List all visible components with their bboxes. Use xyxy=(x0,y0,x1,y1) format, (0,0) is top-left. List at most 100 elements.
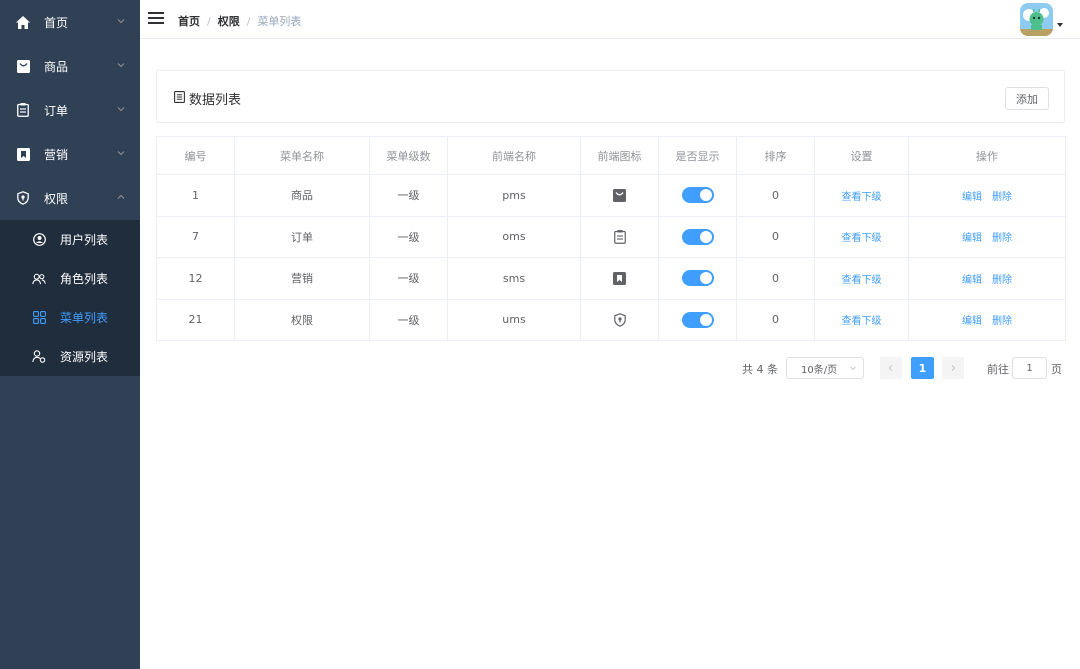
page-unit-label: 页 xyxy=(1051,363,1062,376)
cell-frontend-icon xyxy=(580,298,659,341)
breadcrumb-separator: / xyxy=(246,14,251,28)
cell-setting: 查看下级 xyxy=(814,215,909,258)
sidebar-item-label: 菜单列表 xyxy=(60,311,109,325)
permission-submenu: 用户列表 角色列表 菜单列表 资源列表 xyxy=(0,220,140,376)
column-header: 是否显示 xyxy=(658,136,737,175)
sidebar-item-label: 用户列表 xyxy=(60,233,109,247)
sidebar-item-home[interactable]: 首页 xyxy=(0,0,140,44)
chevron-down-icon xyxy=(117,151,125,156)
cell-frontend-icon xyxy=(580,174,659,217)
column-header: 排序 xyxy=(736,136,815,175)
cell-id: 12 xyxy=(156,257,235,300)
cell-id: 21 xyxy=(156,298,235,341)
cell-level: 一级 xyxy=(369,298,448,341)
cell-sort: 0 xyxy=(736,298,815,341)
toggle-knob xyxy=(699,272,712,285)
cell-setting: 查看下级 xyxy=(814,257,909,300)
cell-level: 一级 xyxy=(369,215,448,258)
view-children-link[interactable]: 查看下级 xyxy=(842,192,882,203)
sidebar-item-menu-list[interactable]: 菜单列表 xyxy=(0,298,140,337)
delete-link[interactable]: 删除 xyxy=(992,316,1012,327)
delete-link[interactable]: 删除 xyxy=(992,275,1012,286)
view-children-link[interactable]: 查看下级 xyxy=(842,275,882,286)
goto-label: 前往 xyxy=(987,363,1009,376)
edit-link[interactable]: 编辑 xyxy=(962,275,982,286)
toggle-knob xyxy=(699,230,712,243)
sidebar-item-role-list[interactable]: 角色列表 xyxy=(0,259,140,298)
cell-name: 商品 xyxy=(234,174,370,217)
resource-icon xyxy=(32,350,46,364)
column-header: 设置 xyxy=(814,136,909,175)
product-icon xyxy=(613,188,627,202)
sidebar-item-permission[interactable]: 权限 xyxy=(0,176,140,220)
delete-link[interactable]: 删除 xyxy=(992,233,1012,244)
view-children-link[interactable]: 查看下级 xyxy=(842,233,882,244)
breadcrumb-permission[interactable]: 权限 xyxy=(218,13,240,29)
toggle-knob xyxy=(699,313,712,326)
breadcrumb-home[interactable]: 首页 xyxy=(178,13,200,29)
sidebar-item-label: 订单 xyxy=(44,103,69,118)
edit-link[interactable]: 编辑 xyxy=(962,233,982,244)
column-header: 菜单级数 xyxy=(369,136,448,175)
visible-toggle[interactable] xyxy=(681,228,714,245)
view-children-link[interactable]: 查看下级 xyxy=(842,316,882,327)
sidebar-item-resource-list[interactable]: 资源列表 xyxy=(0,337,140,376)
pagination-total: 共 4 条 xyxy=(742,363,778,376)
user-icon xyxy=(32,233,46,247)
breadcrumb-separator: / xyxy=(207,14,211,28)
sidebar-item-product[interactable]: 商品 xyxy=(0,44,140,88)
caret-down-icon[interactable] xyxy=(1057,23,1063,27)
sidebar-item-label: 首页 xyxy=(44,15,69,30)
list-header-panel: 数据列表 添加 xyxy=(156,70,1065,123)
add-button[interactable]: 添加 xyxy=(1005,87,1049,110)
cell-frontend-name: ums xyxy=(447,298,581,341)
sidebar-item-marketing[interactable]: 营销 xyxy=(0,132,140,176)
cell-sort: 0 xyxy=(736,257,815,300)
top-navbar: 首页 / 权限 / 菜单列表 xyxy=(140,0,1080,39)
product-icon xyxy=(16,59,30,73)
cell-level: 一级 xyxy=(369,174,448,217)
menu-table: 编号 菜单名称 菜单级数 前端名称 前端图标 是否显示 排序 设置 操作 1 商… xyxy=(156,136,1066,341)
column-header: 前端图标 xyxy=(580,136,659,175)
prev-page-button[interactable] xyxy=(880,357,902,379)
cell-actions: 编辑 删除 xyxy=(908,257,1066,300)
home-icon xyxy=(16,15,30,29)
sidebar-item-label: 角色列表 xyxy=(60,272,109,286)
visible-toggle[interactable] xyxy=(681,270,714,287)
visible-toggle[interactable] xyxy=(681,187,714,204)
cell-frontend-name: oms xyxy=(447,215,581,258)
cell-sort: 0 xyxy=(736,215,815,258)
panel-title: 数据列表 xyxy=(189,93,242,108)
cell-visible xyxy=(658,298,737,341)
cell-name: 营销 xyxy=(234,257,370,300)
column-header: 编号 xyxy=(156,136,235,175)
visible-toggle[interactable] xyxy=(681,311,714,328)
chevron-down-icon xyxy=(117,107,125,112)
cell-id: 1 xyxy=(156,174,235,217)
cell-visible xyxy=(658,174,737,217)
chevron-down-icon xyxy=(850,366,856,371)
sidebar-item-user-list[interactable]: 用户列表 xyxy=(0,220,140,259)
cell-sort: 0 xyxy=(736,174,815,217)
chevron-up-icon xyxy=(117,194,125,199)
sidebar-item-order[interactable]: 订单 xyxy=(0,88,140,132)
delete-link[interactable]: 删除 xyxy=(992,192,1012,203)
page-number-current[interactable]: 1 xyxy=(911,357,934,379)
cell-actions: 编辑 删除 xyxy=(908,174,1066,217)
hamburger-icon[interactable] xyxy=(148,11,164,25)
cell-frontend-icon xyxy=(580,215,659,258)
page-size-select[interactable]: 10条/页 xyxy=(786,357,864,379)
goto-page-input[interactable] xyxy=(1012,357,1047,379)
breadcrumb-current: 菜单列表 xyxy=(257,15,302,28)
breadcrumb: 首页 / 权限 / 菜单列表 xyxy=(178,13,301,29)
avatar[interactable] xyxy=(1020,3,1053,36)
cell-level: 一级 xyxy=(369,257,448,300)
sidebar-item-label: 商品 xyxy=(44,59,69,74)
next-page-button[interactable] xyxy=(942,357,964,379)
list-icon xyxy=(174,91,185,103)
edit-link[interactable]: 编辑 xyxy=(962,316,982,327)
edit-link[interactable]: 编辑 xyxy=(962,192,982,203)
cell-setting: 查看下级 xyxy=(814,174,909,217)
cell-setting: 查看下级 xyxy=(814,298,909,341)
cell-actions: 编辑 删除 xyxy=(908,298,1066,341)
